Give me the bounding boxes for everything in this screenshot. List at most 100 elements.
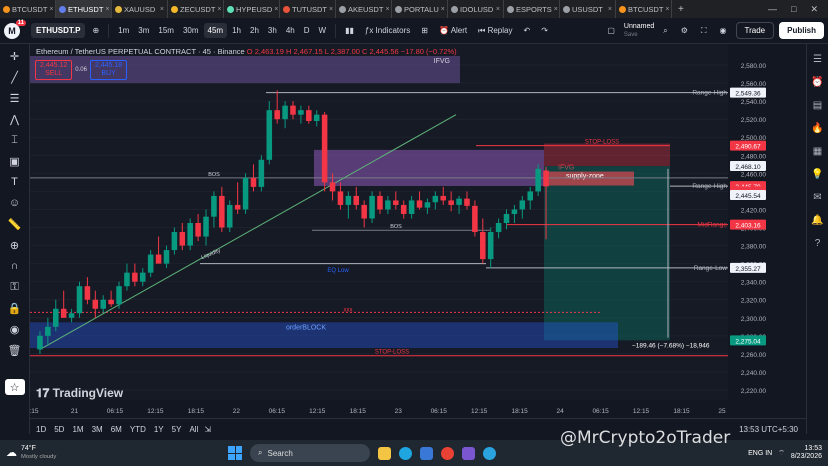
maximize-button[interactable]: □: [791, 4, 796, 15]
tab-close-icon[interactable]: ×: [274, 6, 278, 13]
tab-close-icon[interactable]: ×: [665, 6, 669, 13]
edge-icon[interactable]: [399, 446, 412, 460]
new-tab-button[interactable]: +: [672, 4, 690, 15]
eye-icon[interactable]: ◉: [5, 321, 25, 337]
browser-tab[interactable]: HYPEUSD ×: [224, 0, 280, 18]
close-window-button[interactable]: ✕: [810, 4, 818, 15]
ruler-icon[interactable]: 📏: [5, 216, 25, 232]
tab-close-icon[interactable]: ×: [329, 6, 333, 13]
layout-icon[interactable]: ▢: [603, 23, 619, 38]
browser-tab[interactable]: ESPORTS ×: [504, 0, 560, 18]
file-explorer-icon[interactable]: [378, 446, 391, 460]
hotlist-icon[interactable]: 🔥: [811, 121, 825, 135]
timeframe-4h[interactable]: 4h: [282, 23, 299, 38]
indicators-button[interactable]: ƒx Indicators: [361, 23, 414, 38]
alerts-icon[interactable]: ⏰: [811, 75, 825, 89]
magnet-icon[interactable]: ∩: [5, 258, 25, 274]
browser-tab[interactable]: AKEUSDT ×: [336, 0, 392, 18]
range-6M[interactable]: 6M: [111, 425, 122, 434]
range-1M[interactable]: 1M: [72, 425, 83, 434]
emoji-icon[interactable]: ☺: [5, 195, 25, 211]
telegram-icon[interactable]: [483, 446, 496, 460]
projection-icon[interactable]: ⌶: [5, 132, 25, 148]
browser-tab[interactable]: USUSDT ×: [560, 0, 616, 18]
timeframe-45m[interactable]: 45m: [203, 23, 228, 38]
data-window-icon[interactable]: ▤: [811, 98, 825, 112]
wifi-icon[interactable]: ⌔: [778, 449, 785, 458]
browser-tab[interactable]: XAUUSD ×: [112, 0, 168, 18]
pattern-icon[interactable]: ⋀: [5, 111, 25, 127]
timeframe-W[interactable]: W: [315, 23, 331, 38]
account-avatar[interactable]: M 11: [4, 19, 26, 39]
alert-button[interactable]: ⏰ Alert: [435, 23, 471, 38]
chart-canvas[interactable]: 2,580.002,560.002,540.002,520.002,500.00…: [30, 44, 770, 418]
timeframe-1h[interactable]: 1h: [228, 23, 245, 38]
tab-close-icon[interactable]: ×: [217, 6, 221, 13]
range-All[interactable]: All: [189, 425, 198, 434]
ideas-icon[interactable]: 💡: [811, 167, 825, 181]
compare-icon[interactable]: ⊕: [88, 23, 103, 38]
weather-widget[interactable]: ☁ 74°F Mostly cloudy: [0, 445, 200, 461]
timeframe-D[interactable]: D: [300, 23, 314, 38]
browser-tab[interactable]: TUTUSDT ×: [280, 0, 336, 18]
timeframe-2h[interactable]: 2h: [246, 23, 263, 38]
templates-icon[interactable]: ⊞: [417, 23, 432, 38]
tab-close-icon[interactable]: ×: [608, 6, 612, 13]
settings-icon[interactable]: ⚙: [677, 23, 692, 38]
trade-button[interactable]: Trade: [735, 22, 775, 39]
chat-icon[interactable]: ✉: [811, 190, 825, 204]
range-1Y[interactable]: 1Y: [154, 425, 164, 434]
tab-close-icon[interactable]: ×: [385, 6, 389, 13]
crosshair-icon[interactable]: ✛: [5, 48, 25, 64]
brush-icon[interactable]: ▣: [5, 153, 25, 169]
watchlist-icon[interactable]: ☰: [811, 52, 825, 66]
taskbar-search[interactable]: ⌕ Search: [250, 444, 370, 462]
price-chart[interactable]: 2,580.00 2,560.00 2,540.00 2,520.00 2,500.00…: [30, 44, 770, 418]
timeframe-3m[interactable]: 3m: [134, 23, 153, 38]
trendline-icon[interactable]: ╱: [5, 69, 25, 85]
timeframe-30m[interactable]: 30m: [179, 23, 203, 38]
browser-tab[interactable]: PORTALU ×: [392, 0, 448, 18]
publish-button[interactable]: Publish: [779, 22, 824, 39]
browser-tab[interactable]: BTCUSDT ×: [0, 0, 56, 18]
sell-button[interactable]: 2,445.12 SELL: [35, 60, 73, 80]
fib-icon[interactable]: ☰: [5, 90, 25, 106]
language-indicator[interactable]: ENG IN: [748, 450, 772, 457]
help-icon[interactable]: ?: [811, 236, 825, 250]
text-icon[interactable]: T: [5, 174, 25, 190]
calendar-icon[interactable]: ▦: [811, 144, 825, 158]
symbol-search[interactable]: ETHUSDT.P: [31, 23, 86, 38]
layout-name[interactable]: Unnamed Save: [624, 23, 654, 39]
favorites-star-icon[interactable]: ☆: [4, 379, 25, 395]
browser-tab[interactable]: IDOLUSD ×: [448, 0, 504, 18]
chart-type-icon[interactable]: ▮▮: [341, 23, 358, 38]
timeframe-3h[interactable]: 3h: [264, 23, 281, 38]
range-YTD[interactable]: YTD: [130, 425, 146, 434]
range-5Y[interactable]: 5Y: [172, 425, 182, 434]
camera-icon[interactable]: ◉: [716, 23, 731, 38]
goto-date-icon[interactable]: ⇲: [204, 425, 211, 434]
tab-close-icon[interactable]: ×: [554, 6, 558, 13]
app-icon[interactable]: [462, 446, 475, 460]
timeframe-1m[interactable]: 1m: [114, 23, 133, 38]
undo-icon[interactable]: ↶: [519, 23, 534, 38]
replay-button[interactable]: ⏮ Replay: [474, 23, 516, 39]
notifications-icon[interactable]: 🔔: [811, 213, 825, 227]
trash-icon[interactable]: 🗑: [5, 342, 25, 358]
lock-drawing-icon[interactable]: ⚿: [5, 279, 25, 295]
utc-clock[interactable]: 13:53 UTC+5:30: [739, 425, 806, 434]
browser-tab[interactable]: ZECUSDT ×: [168, 0, 224, 18]
search-icon[interactable]: ⌕: [659, 23, 671, 39]
minimize-button[interactable]: —: [768, 4, 777, 15]
chrome-icon[interactable]: [441, 446, 454, 460]
range-5D[interactable]: 5D: [54, 425, 64, 434]
tab-close-icon[interactable]: ×: [105, 6, 109, 13]
tab-close-icon[interactable]: ×: [49, 6, 53, 13]
tab-close-icon[interactable]: ×: [160, 6, 164, 13]
store-icon[interactable]: [420, 446, 433, 460]
fullscreen-icon[interactable]: ⛶: [697, 23, 711, 39]
range-1D[interactable]: 1D: [36, 425, 46, 434]
tab-close-icon[interactable]: ×: [496, 6, 500, 13]
range-3M[interactable]: 3M: [92, 425, 103, 434]
browser-tab[interactable]: ETHUSDT ×: [56, 0, 112, 18]
